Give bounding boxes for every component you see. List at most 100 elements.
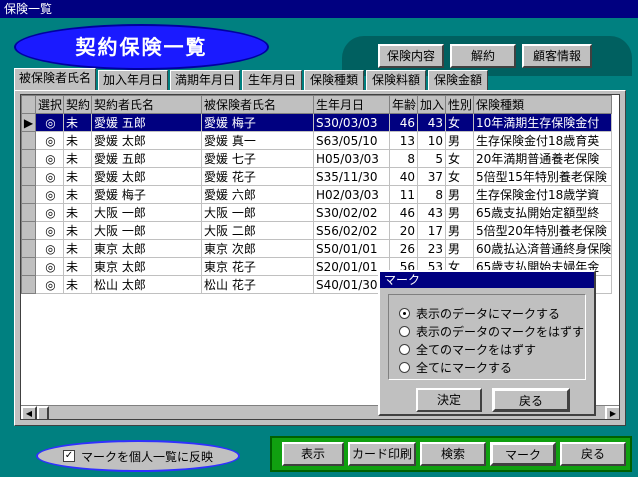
table-cell[interactable]: 未 [63, 275, 92, 294]
row-indicator[interactable] [21, 131, 36, 150]
search-button[interactable]: 検索 [420, 442, 486, 466]
table-cell[interactable]: S35/11/30 [313, 167, 390, 186]
table-cell[interactable]: 大阪 一郎 [91, 221, 202, 240]
table-cell[interactable]: 愛媛 太郎 [91, 131, 202, 150]
column-header[interactable]: 選択 [35, 95, 64, 114]
table-cell[interactable]: 大阪 一郎 [91, 203, 202, 222]
table-cell[interactable]: 男 [445, 203, 474, 222]
mark-option-mark-all[interactable]: 全てにマークする [399, 359, 512, 376]
table-cell[interactable]: 愛媛 太郎 [91, 167, 202, 186]
row-indicator[interactable] [21, 257, 36, 276]
table-cell[interactable]: 男 [445, 239, 474, 258]
table-cell[interactable]: 愛媛 五郎 [91, 149, 202, 168]
table-cell[interactable]: 生存保険金付18歳学資 [472, 185, 613, 204]
cancel-contract-button[interactable]: 解約 [450, 44, 516, 68]
display-button[interactable]: 表示 [282, 442, 344, 466]
table-row[interactable]: ◎ 未大阪 一郎 大阪 二郎 S56/02/02 20 17 男 5倍型20年特別養老保険 [21, 221, 613, 240]
table-cell[interactable]: ◎ [35, 131, 64, 150]
back-button[interactable]: 戻る [560, 442, 626, 466]
table-cell[interactable]: 女 [445, 149, 474, 168]
table-row[interactable]: ◎ 未東京 太郎 東京 次郎 S50/01/01 26 23 男 60歳払込済普通終身保険 [21, 239, 613, 258]
table-cell[interactable]: ◎ [35, 113, 64, 132]
row-indicator[interactable] [21, 203, 36, 222]
table-cell[interactable]: 8 [417, 185, 446, 204]
table-cell[interactable]: 未 [63, 113, 92, 132]
table-cell[interactable]: 愛媛 花子 [201, 167, 314, 186]
column-header[interactable]: 契約 [63, 95, 92, 114]
mark-option-visible[interactable]: 表示のデータにマークする [399, 305, 560, 322]
table-cell[interactable]: ◎ [35, 239, 64, 258]
table-cell[interactable]: 東京 太郎 [91, 257, 202, 276]
scroll-thumb[interactable] [37, 406, 49, 419]
table-cell[interactable]: 未 [63, 221, 92, 240]
column-header[interactable]: 契約者氏名 [91, 95, 202, 114]
column-header[interactable]: 加入 [417, 95, 446, 114]
row-indicator[interactable] [21, 185, 36, 204]
current-row-icon[interactable]: ▶ [21, 113, 36, 132]
table-row[interactable]: ◎ 未愛媛 太郎 愛媛 真一 S63/05/10 13 10 男生存保険金付18歳育英 [21, 131, 613, 150]
table-row[interactable]: ◎ 未愛媛 五郎 愛媛 七子 H05/03/03 8 5 女 20年満期普通養老保険 [21, 149, 613, 168]
table-cell[interactable]: 生存保険金付18歳育英 [472, 131, 613, 150]
table-cell[interactable]: 大阪 一郎 [201, 203, 314, 222]
tab-premium-amount[interactable]: 保険料額 [366, 70, 426, 90]
table-cell[interactable]: 43 [417, 113, 446, 132]
table-cell[interactable]: 女 [445, 167, 474, 186]
table-cell[interactable]: 男 [445, 221, 474, 240]
table-cell[interactable]: S30/03/03 [313, 113, 390, 132]
table-cell[interactable]: 愛媛 七子 [201, 149, 314, 168]
table-cell[interactable]: S50/01/01 [313, 239, 390, 258]
column-header[interactable]: 年齢 [389, 95, 418, 114]
table-cell[interactable]: 愛媛 五郎 [91, 113, 202, 132]
table-cell[interactable]: ◎ [35, 257, 64, 276]
table-cell[interactable]: 大阪 二郎 [201, 221, 314, 240]
table-cell[interactable]: 東京 花子 [201, 257, 314, 276]
table-cell[interactable]: 未 [63, 239, 92, 258]
table-cell[interactable]: 10 [417, 131, 446, 150]
column-header[interactable]: 生年月日 [313, 95, 390, 114]
table-cell[interactable]: 愛媛 梅子 [201, 113, 314, 132]
column-header[interactable]: 性別 [445, 95, 474, 114]
table-cell[interactable]: 46 [389, 113, 418, 132]
radio-icon[interactable] [399, 326, 410, 337]
table-cell[interactable]: 5倍型20年特別養老保険 [472, 221, 613, 240]
table-cell[interactable]: ◎ [35, 203, 64, 222]
scroll-left-icon[interactable]: ◀ [21, 406, 37, 419]
tab-enrollment-date[interactable]: 加入年月日 [98, 70, 168, 90]
customer-info-button[interactable]: 顧客情報 [522, 44, 592, 68]
table-cell[interactable]: 愛媛 真一 [201, 131, 314, 150]
table-row[interactable]: ◎ 未大阪 一郎 大阪 一郎 S30/02/02 46 43 男 65歳支払開始定額型終 [21, 203, 613, 222]
table-cell[interactable]: 5 [417, 149, 446, 168]
tab-birth-date[interactable]: 生年月日 [242, 70, 302, 90]
table-cell[interactable]: 東京 太郎 [91, 239, 202, 258]
tab-insurance-type[interactable]: 保険種類 [304, 70, 364, 90]
row-indicator[interactable] [21, 167, 36, 186]
table-cell[interactable]: 60歳払込済普通終身保険 [472, 239, 613, 258]
column-header[interactable]: 保険種類 [472, 95, 613, 114]
table-cell[interactable]: 女 [445, 113, 474, 132]
radio-selected-icon[interactable] [399, 308, 410, 319]
mark-button[interactable]: マーク [490, 442, 556, 466]
table-cell[interactable]: 愛媛 梅子 [91, 185, 202, 204]
row-indicator[interactable] [21, 239, 36, 258]
table-cell[interactable]: 松山 花子 [201, 275, 314, 294]
table-row[interactable]: ◎ 未愛媛 太郎 愛媛 花子 S35/11/30 40 37 女 5倍型15年特別養老保険 [21, 167, 613, 186]
table-cell[interactable]: S63/05/10 [313, 131, 390, 150]
table-cell[interactable]: 未 [63, 185, 92, 204]
insurance-details-button[interactable]: 保険内容 [378, 44, 444, 68]
table-cell[interactable]: 11 [389, 185, 418, 204]
table-cell[interactable]: 40 [389, 167, 418, 186]
tab-insured-name[interactable]: 被保険者氏名 [14, 68, 96, 90]
mark-back-button[interactable]: 戻る [492, 388, 570, 412]
reflect-mark-checkbox-area[interactable]: ✓ マークを個人一覧に反映 [36, 440, 240, 472]
table-cell[interactable]: 未 [63, 203, 92, 222]
table-cell[interactable]: 46 [389, 203, 418, 222]
table-cell[interactable]: 8 [389, 149, 418, 168]
table-cell[interactable]: 65歳支払開始定額型終 [472, 203, 613, 222]
table-cell[interactable]: 未 [63, 257, 92, 276]
checkbox-checked-icon[interactable]: ✓ [62, 450, 75, 462]
table-cell[interactable]: 23 [417, 239, 446, 258]
table-cell[interactable]: 男 [445, 185, 474, 204]
table-cell[interactable]: ◎ [35, 275, 64, 294]
mark-option-unmark-visible[interactable]: 表示のデータのマークをはずす [399, 323, 584, 340]
table-cell[interactable]: 17 [417, 221, 446, 240]
